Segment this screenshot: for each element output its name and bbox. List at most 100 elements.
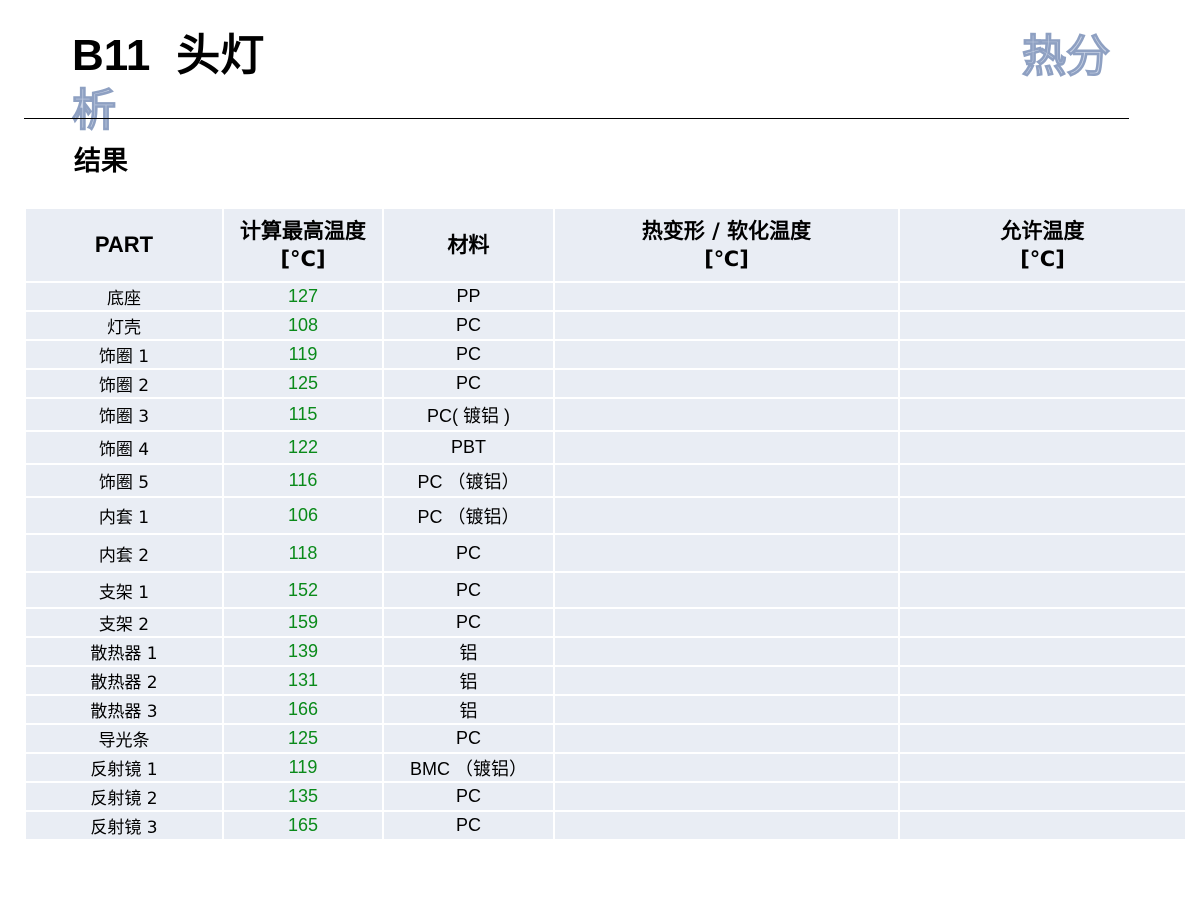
material-cell: PC( 镀铝 )	[382, 397, 555, 432]
table-row: 饰圈 1 119 PC	[24, 339, 1187, 370]
header-material: 材料	[382, 207, 555, 283]
allowed-temp-cell	[898, 496, 1187, 535]
max-temp-cell: 165	[222, 810, 384, 841]
material-cell: PC （镀铝）	[382, 463, 555, 498]
softening-temp-cell	[553, 723, 900, 754]
material-cell: PC	[382, 310, 555, 341]
table-row: 饰圈 5 116 PC （镀铝）	[24, 463, 1187, 498]
softening-temp-cell	[553, 368, 900, 399]
part-cell: 反射镜 1	[24, 752, 224, 783]
table-row: 散热器 3 166 铝	[24, 694, 1187, 725]
title-accent-part1: 热分	[1021, 31, 1110, 82]
max-temp-cell: 125	[222, 368, 384, 399]
material-cell: PC	[382, 368, 555, 399]
softening-temp-cell	[553, 533, 900, 573]
table-row: 内套 2 118 PC	[24, 533, 1187, 573]
title-name: 头灯	[176, 31, 265, 80]
softening-temp-cell	[553, 810, 900, 841]
header-part: PART	[24, 207, 224, 283]
softening-temp-cell	[553, 430, 900, 465]
results-table: PART 计算最高温度 [°C] 材料 热变形 / 软化温度 [℃] 允许温度 [℃]…	[24, 207, 1187, 841]
header-softening-temp: 热变形 / 软化温度 [℃]	[553, 207, 900, 283]
table-row: 内套 1 106 PC （镀铝）	[24, 496, 1187, 535]
title-code: B11	[72, 31, 151, 80]
table-row: 散热器 2 131 铝	[24, 665, 1187, 696]
part-cell: 内套 2	[24, 533, 224, 573]
material-cell: PC	[382, 781, 555, 812]
header-max-temp: 计算最高温度 [°C]	[222, 207, 384, 283]
part-cell: 饰圈 4	[24, 430, 224, 465]
material-cell: 铝	[382, 665, 555, 696]
allowed-temp-cell	[898, 571, 1187, 609]
part-cell: 反射镜 3	[24, 810, 224, 841]
material-cell: PC	[382, 810, 555, 841]
softening-temp-cell	[553, 310, 900, 341]
allowed-temp-cell	[898, 310, 1187, 341]
table-row: 支架 2 159 PC	[24, 607, 1187, 638]
allowed-temp-cell	[898, 752, 1187, 783]
part-cell: 散热器 1	[24, 636, 224, 667]
part-cell: 散热器 2	[24, 665, 224, 696]
part-cell: 反射镜 2	[24, 781, 224, 812]
material-cell: PC	[382, 607, 555, 638]
table-row: 反射镜 2 135 PC	[24, 781, 1187, 812]
softening-temp-cell	[553, 281, 900, 312]
material-cell: PP	[382, 281, 555, 312]
part-cell: 饰圈 3	[24, 397, 224, 432]
allowed-temp-cell	[898, 281, 1187, 312]
material-cell: PC	[382, 533, 555, 573]
material-cell: 铝	[382, 694, 555, 725]
softening-temp-cell	[553, 781, 900, 812]
material-cell: PC	[382, 339, 555, 370]
max-temp-cell: 115	[222, 397, 384, 432]
material-cell: PC	[382, 571, 555, 609]
allowed-temp-cell	[898, 397, 1187, 432]
allowed-temp-cell	[898, 781, 1187, 812]
table-row: 饰圈 3 115 PC( 镀铝 )	[24, 397, 1187, 432]
max-temp-cell: 135	[222, 781, 384, 812]
allowed-temp-cell	[898, 723, 1187, 754]
allowed-temp-cell	[898, 533, 1187, 573]
material-cell: PC （镀铝）	[382, 496, 555, 535]
softening-temp-cell	[553, 496, 900, 535]
max-temp-cell: 119	[222, 339, 384, 370]
slide-title: B11 头灯	[72, 28, 264, 84]
max-temp-cell: 118	[222, 533, 384, 573]
part-cell: 支架 1	[24, 571, 224, 609]
allowed-temp-cell	[898, 463, 1187, 498]
max-temp-cell: 152	[222, 571, 384, 609]
max-temp-cell: 139	[222, 636, 384, 667]
softening-temp-cell	[553, 607, 900, 638]
part-cell: 导光条	[24, 723, 224, 754]
table-row: 反射镜 1 119 BMC （镀铝）	[24, 752, 1187, 783]
allowed-temp-cell	[898, 430, 1187, 465]
part-cell: 饰圈 2	[24, 368, 224, 399]
table-body: 底座 127 PP 灯壳 108 PC 饰圈 1 119 PC 饰圈 2 125 PC 饰圈 3 115 P…	[24, 281, 1187, 841]
max-temp-cell: 127	[222, 281, 384, 312]
max-temp-cell: 108	[222, 310, 384, 341]
table-row: 反射镜 3 165 PC	[24, 810, 1187, 841]
table-row: 灯壳 108 PC	[24, 310, 1187, 341]
table-row: 支架 1 152 PC	[24, 571, 1187, 609]
max-temp-cell: 125	[222, 723, 384, 754]
part-cell: 饰圈 1	[24, 339, 224, 370]
allowed-temp-cell	[898, 636, 1187, 667]
table-row: 饰圈 2 125 PC	[24, 368, 1187, 399]
max-temp-cell: 116	[222, 463, 384, 498]
allowed-temp-cell	[898, 694, 1187, 725]
material-cell: BMC （镀铝）	[382, 752, 555, 783]
softening-temp-cell	[553, 571, 900, 609]
table-row: 底座 127 PP	[24, 281, 1187, 312]
part-cell: 饰圈 5	[24, 463, 224, 498]
material-cell: PC	[382, 723, 555, 754]
table-header-row: PART 计算最高温度 [°C] 材料 热变形 / 软化温度 [℃] 允许温度 [℃]	[24, 207, 1187, 283]
allowed-temp-cell	[898, 339, 1187, 370]
softening-temp-cell	[553, 339, 900, 370]
section-subtitle: 结果	[74, 146, 128, 177]
softening-temp-cell	[553, 665, 900, 696]
allowed-temp-cell	[898, 368, 1187, 399]
max-temp-cell: 122	[222, 430, 384, 465]
table-row: 导光条 125 PC	[24, 723, 1187, 754]
max-temp-cell: 119	[222, 752, 384, 783]
allowed-temp-cell	[898, 607, 1187, 638]
